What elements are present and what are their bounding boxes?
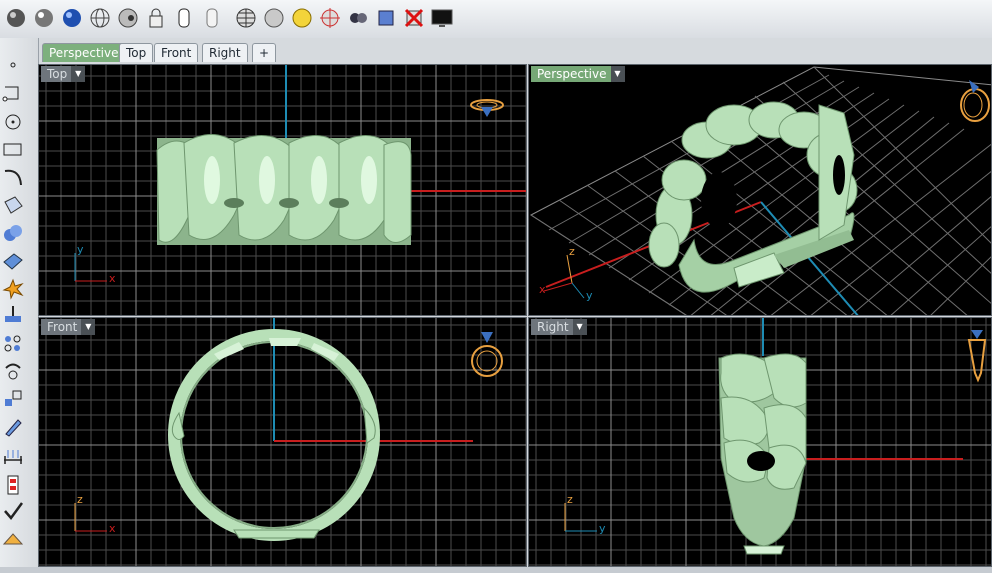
axis-label-z: z — [567, 493, 573, 506]
solid-sphere-icon[interactable] — [2, 222, 24, 244]
perspective-axis-widget — [543, 254, 585, 299]
viewport-label-text: Right — [537, 320, 569, 334]
sphere-icon[interactable] — [262, 6, 286, 30]
axis-label-z: z — [569, 245, 575, 258]
camera-icon[interactable] — [346, 6, 370, 30]
dropdown-arrow-icon[interactable]: ▼ — [572, 319, 587, 335]
disable-icon[interactable] — [402, 6, 426, 30]
show-object-icon[interactable] — [172, 6, 196, 30]
viewport-tab-bar: Perspective Top Front Right + — [38, 38, 992, 64]
chain-ring-right-model — [718, 353, 807, 555]
tab-add[interactable]: + — [252, 43, 277, 62]
tab-top[interactable]: Top — [119, 43, 154, 62]
display-toolbar — [0, 0, 992, 39]
viewport-label-top[interactable]: Top ▼ — [41, 66, 86, 82]
monitor-icon[interactable] — [430, 6, 454, 30]
ghosted-sphere-icon[interactable] — [116, 6, 140, 30]
target-icon[interactable] — [318, 6, 342, 30]
edit-pencil-icon[interactable] — [2, 416, 24, 438]
polyline-icon[interactable] — [2, 82, 24, 104]
render-icon[interactable] — [2, 528, 24, 550]
left-tool-palette — [0, 38, 39, 573]
tab-perspective[interactable]: Perspective — [42, 43, 126, 62]
viewport-perspective[interactable]: Perspective ▼ z x y — [528, 64, 992, 316]
axis-label-y: y — [77, 243, 84, 256]
surface-icon[interactable] — [2, 194, 24, 216]
axis-label-x: x — [109, 522, 116, 535]
light-bulb-icon[interactable] — [290, 6, 314, 30]
point-icon[interactable] — [2, 54, 24, 76]
blue-sphere-icon[interactable] — [60, 6, 84, 30]
lock-object-icon[interactable] — [144, 6, 168, 30]
split-icon[interactable] — [2, 304, 24, 326]
viewport-label-text: Perspective — [537, 67, 607, 81]
dimension-icon[interactable] — [2, 446, 24, 468]
perspective-viewport-canvas — [530, 66, 991, 315]
circle-icon[interactable] — [2, 110, 24, 132]
front-ring-icon — [471, 332, 503, 377]
scale-icon[interactable] — [2, 388, 24, 410]
axis-label-x: x — [109, 272, 116, 285]
viewport-right[interactable]: Right ▼ z y — [528, 317, 992, 567]
arc-icon[interactable] — [2, 166, 24, 188]
chain-ring-perspective-model — [648, 101, 858, 293]
chain-ring-top-model — [156, 134, 412, 245]
viewport-label-right[interactable]: Right ▼ — [531, 319, 587, 335]
analyze-icon[interactable] — [2, 474, 24, 496]
top-ring-icon — [470, 99, 504, 117]
explode-icon[interactable] — [2, 278, 24, 300]
check-icon[interactable] — [2, 500, 24, 522]
dropdown-arrow-icon[interactable]: ▼ — [81, 319, 96, 335]
dropdown-arrow-icon[interactable]: ▼ — [610, 66, 625, 82]
array-icon[interactable] — [2, 332, 24, 354]
status-strip — [0, 567, 992, 573]
rendered-sphere-icon[interactable] — [32, 6, 56, 30]
wireframe-sphere-icon[interactable] — [88, 6, 112, 30]
dropdown-arrow-icon[interactable]: ▼ — [71, 66, 86, 82]
shaded-sphere-icon[interactable] — [4, 6, 28, 30]
axis-label-y: y — [599, 522, 606, 535]
perspective-ring-icon — [960, 80, 990, 122]
axis-label-x: x — [539, 283, 546, 296]
viewport-front[interactable]: Front ▼ z x — [38, 317, 527, 567]
viewport-label-text: Top — [47, 67, 68, 81]
tab-front[interactable]: Front — [154, 43, 199, 62]
rotate-icon[interactable] — [2, 360, 24, 382]
hide-object-icon[interactable] — [200, 6, 224, 30]
viewport-label-text: Front — [47, 320, 78, 334]
viewport-label-front[interactable]: Front ▼ — [41, 319, 96, 335]
tab-right[interactable]: Right — [202, 43, 248, 62]
viewport-top[interactable]: Top ▼ y x — [38, 64, 527, 316]
viewport-label-perspective[interactable]: Perspective ▼ — [531, 66, 625, 82]
rectangle-icon[interactable] — [2, 138, 24, 160]
axis-label-z: z — [77, 493, 83, 506]
snapshot-icon[interactable] — [374, 6, 398, 30]
grid-globe-icon[interactable] — [234, 6, 258, 30]
mesh-icon[interactable] — [2, 250, 24, 272]
axis-label-y: y — [586, 289, 593, 302]
